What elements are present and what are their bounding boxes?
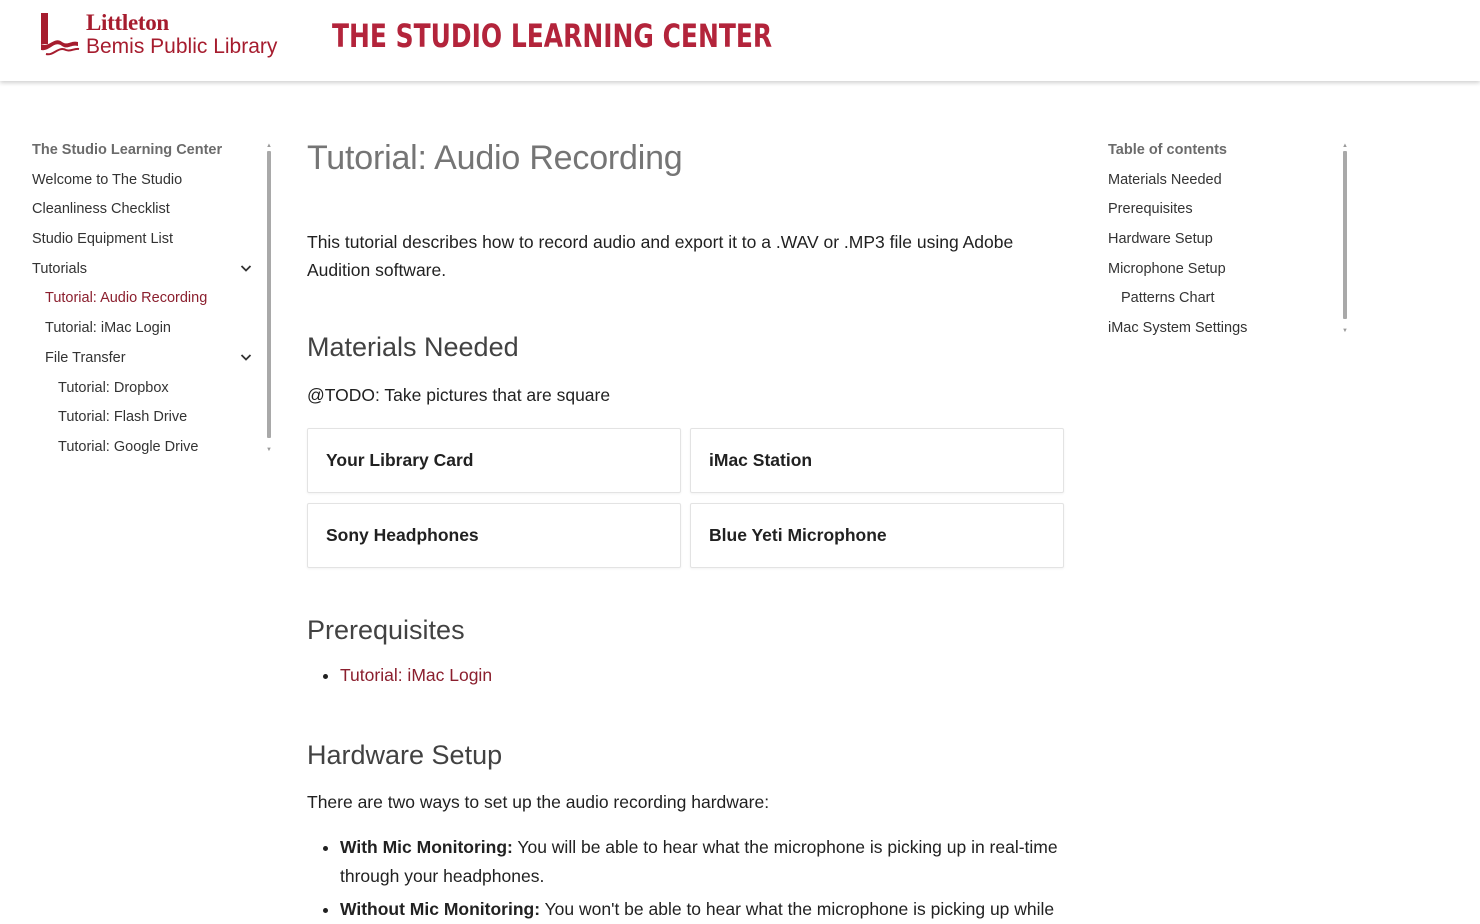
scroll-up-arrow-icon[interactable]: ▲ [266, 143, 272, 149]
nav-item-equipment-list[interactable]: Studio Equipment List [32, 229, 278, 259]
page-title: Tutorial: Audio Recording [307, 139, 683, 177]
hardware-intro: There are two ways to set up the audio r… [307, 792, 770, 812]
nav-item-file-transfer[interactable]: File Transfer [32, 348, 278, 378]
scrollbar-thumb[interactable] [267, 151, 271, 438]
option-term: With Mic Monitoring: [340, 837, 513, 857]
hardware-options-list: With Mic Monitoring: You will be able to… [307, 833, 1064, 924]
toc-item-patterns-chart[interactable]: Patterns Chart [1108, 288, 1352, 318]
site-title[interactable]: THE STUDIO LEARNING CENTER [332, 17, 772, 55]
option-text: You won't be able to hear what the micro… [540, 899, 1055, 919]
toc-heading: Table of contents [1108, 142, 1227, 158]
logo-line2: Bemis Public Library [86, 35, 278, 58]
scroll-up-arrow-icon[interactable]: ▲ [1342, 143, 1348, 149]
option-term: Without Mic Monitoring: [340, 899, 541, 919]
logo-line1: Littleton [86, 10, 169, 35]
nav-item-google-drive[interactable]: Tutorial: Google Drive [32, 437, 278, 467]
list-item: Without Mic Monitoring: You won't be abl… [340, 895, 1064, 924]
nav-item-label: File Transfer [45, 349, 126, 366]
table-of-contents: Table of contents Materials Needed Prere… [1108, 140, 1352, 348]
hardware-heading: Hardware Setup [307, 740, 503, 770]
materials-heading: Materials Needed [307, 332, 519, 362]
nav-item-flash-drive[interactable]: Tutorial: Flash Drive [32, 407, 278, 437]
main-content: Tutorial: Audio Recording This tutorial … [307, 136, 1064, 924]
left-navigation: The Studio Learning Center Welcome to Th… [32, 140, 278, 467]
material-card-microphone[interactable]: Blue Yeti Microphone [690, 503, 1064, 568]
material-card-headphones[interactable]: Sony Headphones [307, 503, 681, 568]
site-header: Littleton Bemis Public Library THE STUDI… [0, 0, 1480, 81]
nav-item-audio-recording[interactable]: Tutorial: Audio Recording [32, 288, 278, 318]
nav-item-tutorials[interactable]: Tutorials [32, 259, 278, 289]
scroll-down-arrow-icon[interactable]: ▼ [266, 447, 272, 453]
library-logo[interactable]: Littleton Bemis Public Library [38, 10, 298, 62]
toc-item-imac-system-settings[interactable]: iMac System Settings [1108, 318, 1352, 348]
toc-item-prerequisites[interactable]: Prerequisites [1108, 199, 1352, 229]
nav-item-imac-login[interactable]: Tutorial: iMac Login [32, 318, 278, 348]
list-item: With Mic Monitoring: You will be able to… [340, 833, 1064, 891]
list-item: Tutorial: iMac Login [340, 661, 1064, 690]
prerequisite-link-imac-login[interactable]: Tutorial: iMac Login [340, 665, 492, 685]
toc-item-materials-needed[interactable]: Materials Needed [1108, 170, 1352, 200]
scrollbar-thumb[interactable] [1343, 151, 1347, 319]
toc-scrollbar[interactable]: ▲ ▼ [1342, 143, 1348, 336]
nav-item-dropbox[interactable]: Tutorial: Dropbox [32, 378, 278, 408]
material-card-library-card[interactable]: Your Library Card [307, 428, 681, 493]
nav-item-label: Tutorials [32, 260, 88, 277]
toc-item-hardware-setup[interactable]: Hardware Setup [1108, 229, 1352, 259]
library-logo-mark-icon [41, 13, 80, 56]
toc-item-microphone-setup[interactable]: Microphone Setup [1108, 259, 1352, 289]
chevron-down-icon[interactable] [239, 350, 253, 364]
materials-cards: Your Library Card iMac Station Sony Head… [307, 428, 1064, 568]
nav-item-cleanliness-checklist[interactable]: Cleanliness Checklist [32, 199, 278, 229]
chevron-down-icon[interactable] [239, 261, 253, 275]
nav-heading[interactable]: The Studio Learning Center [32, 140, 278, 160]
left-nav-scrollbar[interactable]: ▲ ▼ [266, 143, 272, 455]
nav-item-welcome[interactable]: Welcome to The Studio [32, 170, 278, 200]
intro-paragraph: This tutorial describes how to record au… [307, 232, 1014, 280]
materials-note: @TODO: Take pictures that are square [307, 385, 611, 405]
prerequisites-list: Tutorial: iMac Login [307, 661, 1064, 690]
material-card-imac-station[interactable]: iMac Station [690, 428, 1064, 493]
scroll-down-arrow-icon[interactable]: ▼ [1342, 328, 1348, 334]
prerequisites-heading: Prerequisites [307, 615, 465, 645]
